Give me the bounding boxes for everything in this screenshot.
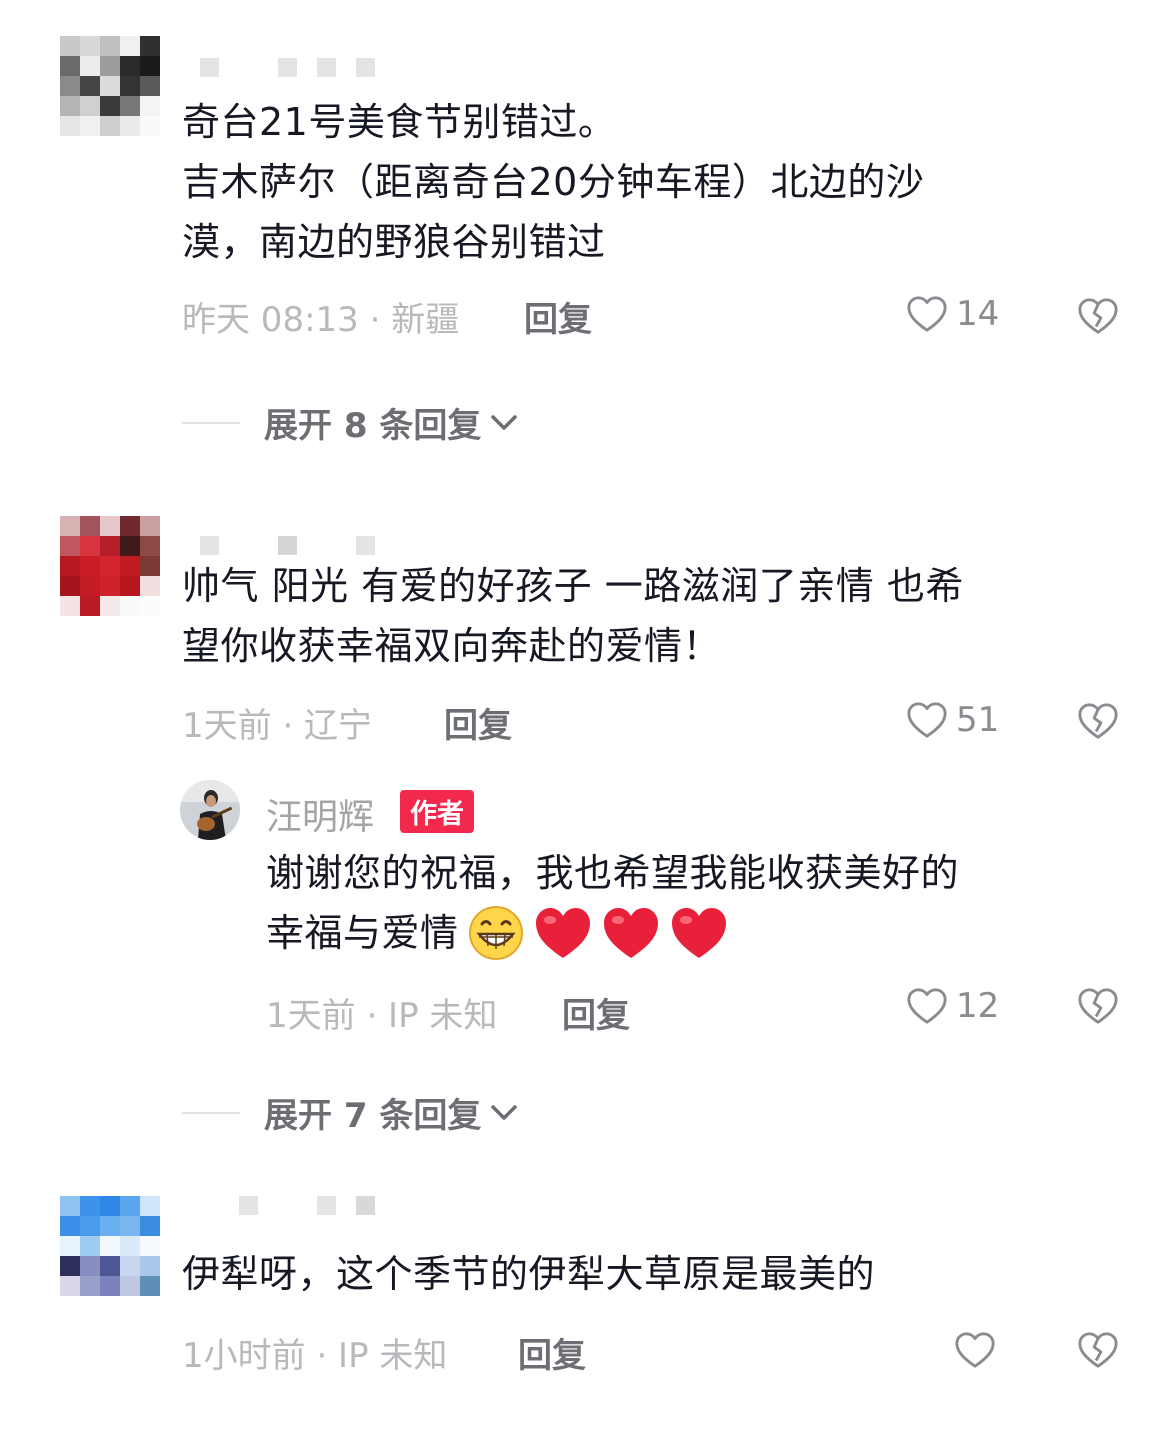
- comment-line: 吉木萨尔（距离奇台20分钟车程）北边的沙: [182, 160, 925, 204]
- broken-heart-icon[interactable]: [1077, 701, 1119, 741]
- username-blurred[interactable]: [200, 58, 375, 77]
- reply-button[interactable]: 回复: [518, 1328, 586, 1377]
- broken-heart-icon[interactable]: [1077, 296, 1119, 336]
- heart-outline-icon: [906, 700, 948, 740]
- author-avatar[interactable]: [180, 780, 240, 840]
- reply-line-text: 幸福与爱情: [266, 911, 459, 955]
- like-button[interactable]: 12: [906, 986, 999, 1026]
- avatar[interactable]: [60, 1196, 160, 1296]
- chevron-down-icon: [489, 1103, 519, 1123]
- expand-replies-button[interactable]: 展开 7 条回复: [182, 1088, 519, 1137]
- heart-outline-icon: [906, 986, 948, 1026]
- red-heart-emoji-icon: [601, 906, 661, 960]
- divider: [182, 421, 240, 424]
- like-button[interactable]: 14: [906, 294, 999, 334]
- username-blurred[interactable]: [200, 536, 375, 555]
- comment-meta: 1天前 · 辽宁: [182, 706, 373, 746]
- reply-line: 谢谢您的祝福，我也希望我能收获美好的: [266, 851, 960, 895]
- expand-replies-button[interactable]: 展开 8 条回复: [182, 398, 519, 447]
- chevron-down-icon: [489, 413, 519, 433]
- guitar-player-avatar-icon: [180, 780, 240, 840]
- avatar[interactable]: [60, 36, 160, 136]
- heart-outline-icon: [906, 294, 948, 334]
- broken-heart-icon[interactable]: [1077, 1330, 1119, 1370]
- comment-meta: 昨天 08:13 · 新疆: [182, 300, 460, 340]
- comment-line: 伊犁呀，这个季节的伊犁大草原是最美的: [182, 1252, 876, 1296]
- like-count: 14: [956, 294, 1000, 334]
- broken-heart-icon[interactable]: [1077, 986, 1119, 1026]
- comment-line: 望你收获幸福双向奔赴的爱情！: [182, 624, 722, 668]
- reply-button[interactable]: 回复: [444, 698, 512, 747]
- like-count: 51: [956, 700, 1000, 740]
- expand-replies-label: 展开 7 条回复: [264, 1096, 482, 1136]
- red-heart-emoji-icon: [669, 906, 729, 960]
- author-badge: 作者: [400, 790, 474, 833]
- grinning-emoji-icon: [468, 906, 523, 960]
- divider: [182, 1111, 240, 1114]
- comment-text: 帅气 阳光 有爱的好孩子 一路滋润了亲情 也希 望你收获幸福双向奔赴的爱情！: [182, 556, 964, 676]
- reply-line: 幸福与爱情: [266, 903, 959, 963]
- comment-line: 帅气 阳光 有爱的好孩子 一路滋润了亲情 也希: [182, 564, 964, 608]
- like-count: 12: [956, 986, 1000, 1026]
- reply-text: 谢谢您的祝福，我也希望我能收获美好的 幸福与爱情: [266, 843, 959, 963]
- comment-text: 奇台21号美食节别错过。 吉木萨尔（距离奇台20分钟车程）北边的沙 漠，南边的野…: [182, 92, 924, 272]
- avatar[interactable]: [60, 516, 160, 616]
- comment-text: 伊犁呀，这个季节的伊犁大草原是最美的: [182, 1244, 875, 1304]
- comment-line: 漠，南边的野狼谷别错过: [182, 220, 606, 264]
- comment-meta: 1小时前 · IP 未知: [182, 1336, 448, 1376]
- username-blurred[interactable]: [200, 1196, 375, 1215]
- reply-button[interactable]: 回复: [524, 292, 592, 341]
- author-name[interactable]: 汪明辉: [266, 788, 374, 840]
- comment-line: 奇台21号美食节别错过。: [182, 100, 617, 144]
- red-heart-emoji-icon: [533, 906, 593, 960]
- like-button[interactable]: 51: [906, 700, 999, 740]
- reply-meta: 1天前 · IP 未知: [266, 996, 498, 1036]
- reply-button[interactable]: 回复: [562, 988, 630, 1037]
- heart-outline-icon[interactable]: [954, 1330, 996, 1370]
- expand-replies-label: 展开 8 条回复: [264, 406, 482, 446]
